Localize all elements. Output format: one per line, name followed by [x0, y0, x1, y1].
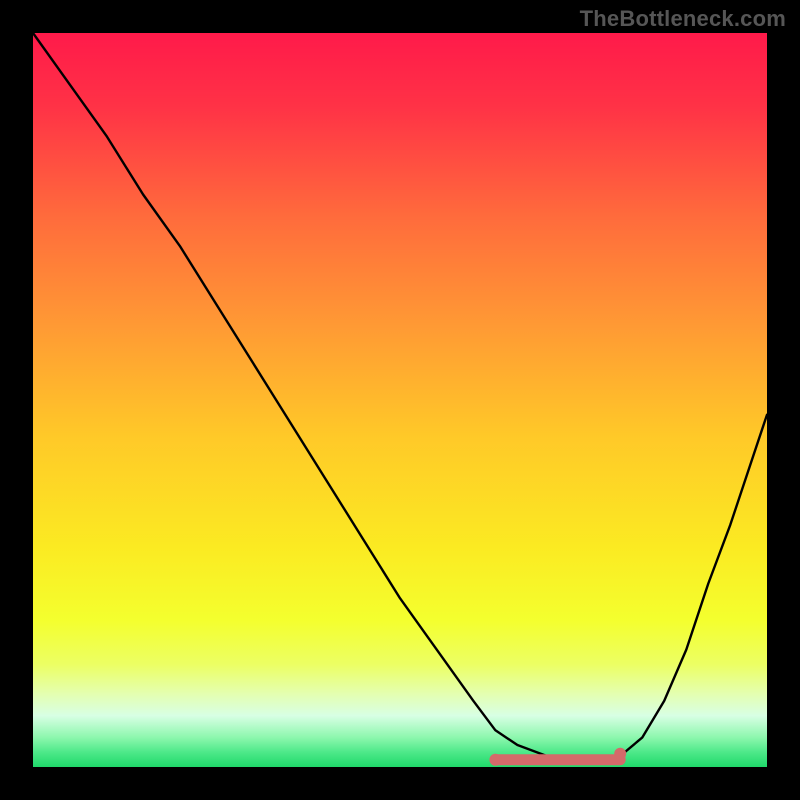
watermark-text: TheBottleneck.com: [580, 6, 786, 32]
plot-area: [33, 33, 767, 767]
chart-frame: TheBottleneck.com: [0, 0, 800, 800]
background-gradient: [33, 33, 767, 767]
